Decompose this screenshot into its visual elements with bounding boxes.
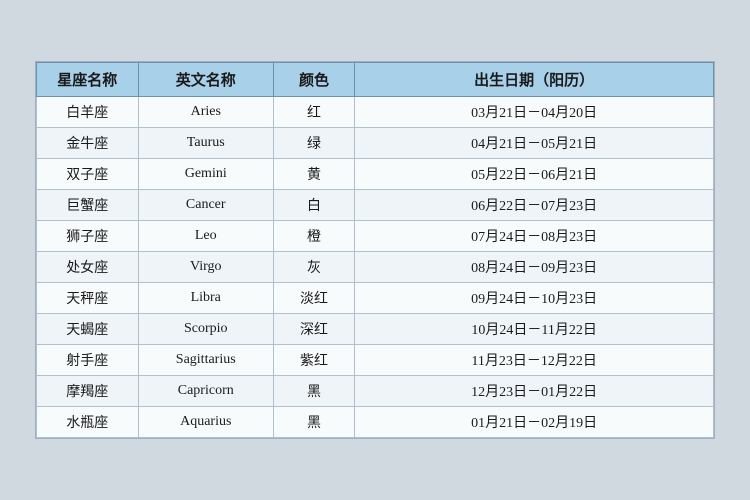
cell-color: 深红 [273, 314, 354, 345]
cell-en: Leo [138, 221, 273, 252]
cell-en: Sagittarius [138, 345, 273, 376]
cell-date: 04月21日－05月21日 [355, 128, 714, 159]
cell-date: 11月23日－12月22日 [355, 345, 714, 376]
cell-color: 灰 [273, 252, 354, 283]
cell-en: Taurus [138, 128, 273, 159]
cell-cn: 处女座 [37, 252, 139, 283]
cell-date: 08月24日－09月23日 [355, 252, 714, 283]
header-en: 英文名称 [138, 63, 273, 97]
table-row: 天秤座Libra淡红09月24日－10月23日 [37, 283, 714, 314]
cell-date: 10月24日－11月22日 [355, 314, 714, 345]
cell-cn: 白羊座 [37, 97, 139, 128]
cell-en: Cancer [138, 190, 273, 221]
cell-date: 09月24日－10月23日 [355, 283, 714, 314]
cell-color: 淡红 [273, 283, 354, 314]
cell-date: 06月22日－07月23日 [355, 190, 714, 221]
cell-cn: 摩羯座 [37, 376, 139, 407]
cell-color: 紫红 [273, 345, 354, 376]
cell-en: Scorpio [138, 314, 273, 345]
table-row: 射手座Sagittarius紫红11月23日－12月22日 [37, 345, 714, 376]
header-color: 颜色 [273, 63, 354, 97]
table-row: 水瓶座Aquarius黑01月21日－02月19日 [37, 407, 714, 438]
cell-color: 红 [273, 97, 354, 128]
cell-cn: 狮子座 [37, 221, 139, 252]
cell-cn: 水瓶座 [37, 407, 139, 438]
cell-cn: 双子座 [37, 159, 139, 190]
cell-en: Virgo [138, 252, 273, 283]
table-header-row: 星座名称 英文名称 颜色 出生日期（阳历） [37, 63, 714, 97]
header-cn: 星座名称 [37, 63, 139, 97]
cell-date: 01月21日－02月19日 [355, 407, 714, 438]
cell-color: 黑 [273, 407, 354, 438]
cell-color: 橙 [273, 221, 354, 252]
table-row: 天蝎座Scorpio深红10月24日－11月22日 [37, 314, 714, 345]
cell-color: 绿 [273, 128, 354, 159]
cell-date: 07月24日－08月23日 [355, 221, 714, 252]
cell-cn: 天蝎座 [37, 314, 139, 345]
table-row: 白羊座Aries红03月21日－04月20日 [37, 97, 714, 128]
cell-cn: 天秤座 [37, 283, 139, 314]
cell-cn: 射手座 [37, 345, 139, 376]
zodiac-table-container: 星座名称 英文名称 颜色 出生日期（阳历） 白羊座Aries红03月21日－04… [35, 61, 715, 439]
table-row: 金牛座Taurus绿04月21日－05月21日 [37, 128, 714, 159]
cell-date: 03月21日－04月20日 [355, 97, 714, 128]
cell-en: Aries [138, 97, 273, 128]
zodiac-table: 星座名称 英文名称 颜色 出生日期（阳历） 白羊座Aries红03月21日－04… [36, 62, 714, 438]
table-row: 巨蟹座Cancer白06月22日－07月23日 [37, 190, 714, 221]
cell-en: Gemini [138, 159, 273, 190]
cell-cn: 金牛座 [37, 128, 139, 159]
table-row: 摩羯座Capricorn黑12月23日－01月22日 [37, 376, 714, 407]
table-row: 处女座Virgo灰08月24日－09月23日 [37, 252, 714, 283]
cell-en: Libra [138, 283, 273, 314]
cell-date: 12月23日－01月22日 [355, 376, 714, 407]
cell-en: Capricorn [138, 376, 273, 407]
cell-color: 黑 [273, 376, 354, 407]
cell-color: 黄 [273, 159, 354, 190]
cell-en: Aquarius [138, 407, 273, 438]
cell-cn: 巨蟹座 [37, 190, 139, 221]
table-row: 双子座Gemini黄05月22日－06月21日 [37, 159, 714, 190]
cell-color: 白 [273, 190, 354, 221]
header-date: 出生日期（阳历） [355, 63, 714, 97]
table-row: 狮子座Leo橙07月24日－08月23日 [37, 221, 714, 252]
cell-date: 05月22日－06月21日 [355, 159, 714, 190]
table-body: 白羊座Aries红03月21日－04月20日金牛座Taurus绿04月21日－0… [37, 97, 714, 438]
